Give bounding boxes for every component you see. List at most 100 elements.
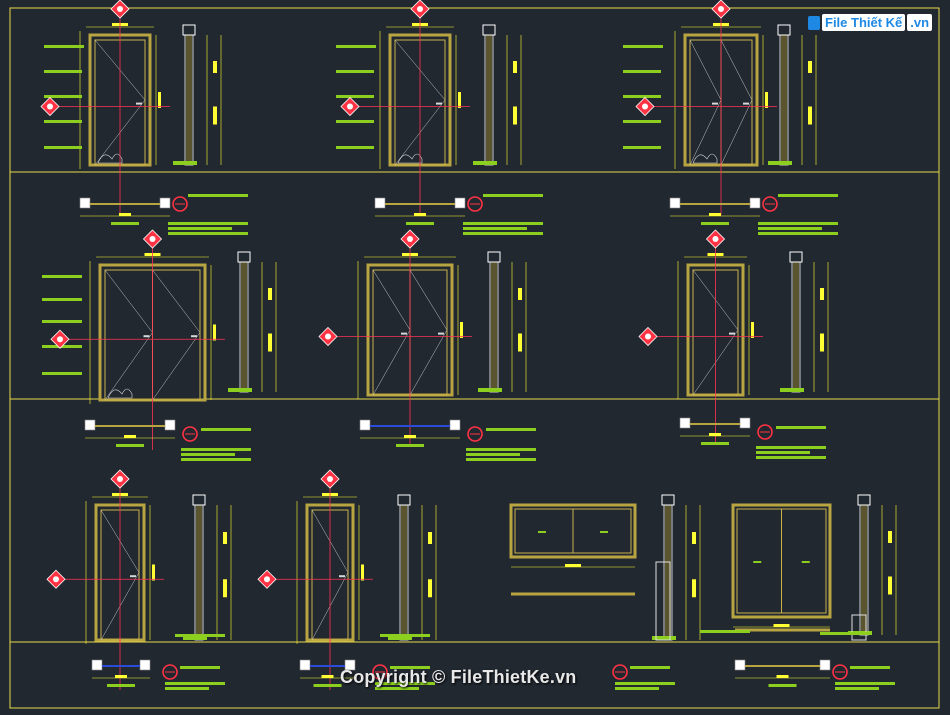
annotation-bar [820, 632, 870, 635]
annotation-bar [758, 232, 838, 235]
annotation-bar [336, 45, 376, 48]
wall-hatch [692, 153, 718, 164]
annotation-bar [168, 222, 248, 225]
dimension-text-block [888, 576, 892, 595]
annotation-bar [835, 682, 895, 685]
section-marker-dot [642, 103, 648, 110]
jamb-left [374, 197, 386, 209]
section-base [228, 388, 252, 392]
section-base [478, 388, 502, 392]
section-fill [186, 35, 192, 165]
dimension-text-block [268, 288, 272, 300]
jamb-right [819, 659, 831, 671]
door-plan [84, 419, 176, 447]
dimension-text-block [428, 532, 432, 544]
door-handle [743, 102, 749, 105]
annotation-bar [181, 448, 251, 451]
annotation-bar [44, 45, 84, 48]
annotation-bar [623, 146, 661, 149]
annotation-bar [630, 666, 670, 669]
annotation-bar [623, 70, 661, 73]
dimension-text-block [414, 213, 426, 216]
swing-indication [152, 269, 201, 401]
jamb-left [669, 197, 681, 209]
dimension-text-block [709, 213, 721, 216]
dimension-text-block [458, 92, 461, 108]
section-marker-dot [264, 576, 270, 583]
logo-suffix: .vn [907, 14, 933, 31]
sliding-window [509, 503, 637, 568]
sliding-door [731, 503, 832, 628]
dimension-text-block [361, 564, 364, 581]
annotation-bar [756, 446, 826, 449]
dimension-text-block [820, 333, 824, 352]
jamb-left [734, 659, 746, 671]
swing-indication [372, 269, 411, 396]
door-handle [729, 332, 735, 335]
annotation-bars [42, 45, 895, 690]
door-handle [436, 102, 442, 105]
door-plans [79, 197, 831, 687]
section-fill [491, 262, 497, 392]
annotation-bar [181, 453, 235, 456]
dimension-text-block [124, 435, 136, 438]
annotation-bar [758, 227, 822, 230]
annotation-bar [615, 687, 659, 690]
door-plan [669, 197, 761, 225]
plan-label [701, 442, 729, 445]
door-handle [130, 575, 136, 578]
jamb-left [79, 197, 91, 209]
dimension-text-block [808, 61, 812, 73]
door-section [652, 494, 701, 641]
jamb-left [359, 419, 371, 431]
section-head [192, 494, 206, 506]
annotation-bar [486, 428, 536, 431]
door-plan [79, 197, 171, 225]
door-handle [438, 332, 444, 335]
door-handle [191, 335, 197, 338]
dimension-text-block [751, 322, 754, 338]
door-elevation [56, 485, 164, 690]
plan-label [396, 444, 424, 447]
dimension-text-block [565, 564, 581, 567]
dimension-text-block [513, 61, 517, 73]
dimension-text-block [428, 579, 432, 598]
door-section [183, 494, 232, 641]
swing-indication [720, 39, 753, 166]
jamb-right [159, 197, 171, 209]
annotation-bar [336, 146, 374, 149]
swing-indication [409, 269, 448, 396]
annotation-bar [42, 275, 82, 278]
door-handle [143, 335, 150, 338]
section-head [857, 494, 871, 506]
annotation-bar [188, 194, 248, 197]
section-head [777, 24, 791, 36]
section-marker-dot [57, 336, 63, 343]
dimension-text-block [820, 288, 824, 300]
annotation-bar [44, 146, 82, 149]
annotation-bar [42, 298, 82, 301]
plan-label [768, 684, 797, 687]
section-fill [241, 262, 247, 392]
annotation-bar [756, 451, 810, 454]
door-plan [679, 417, 751, 445]
dimension-text-block [773, 624, 790, 627]
copyright-watermark: Copyright © FileThietKe.vn [340, 667, 577, 687]
annotation-bar [336, 95, 374, 98]
section-base [768, 161, 792, 165]
dimension-text-block [460, 322, 463, 338]
swing-indication [104, 269, 153, 401]
dimension-text-block [223, 579, 227, 598]
jamb-right [739, 417, 751, 429]
door-elevation [60, 245, 225, 450]
door-plan [91, 659, 151, 687]
annotation-bar [165, 682, 225, 685]
site-logo[interactable]: File Thiết Kế .vn [808, 14, 933, 31]
plan-label [406, 222, 434, 225]
section-base [780, 388, 804, 392]
annotation-bar [835, 687, 879, 690]
section-head [237, 251, 251, 263]
jamb-left [299, 659, 311, 671]
door-elevation [645, 15, 777, 215]
door-section [478, 251, 527, 393]
